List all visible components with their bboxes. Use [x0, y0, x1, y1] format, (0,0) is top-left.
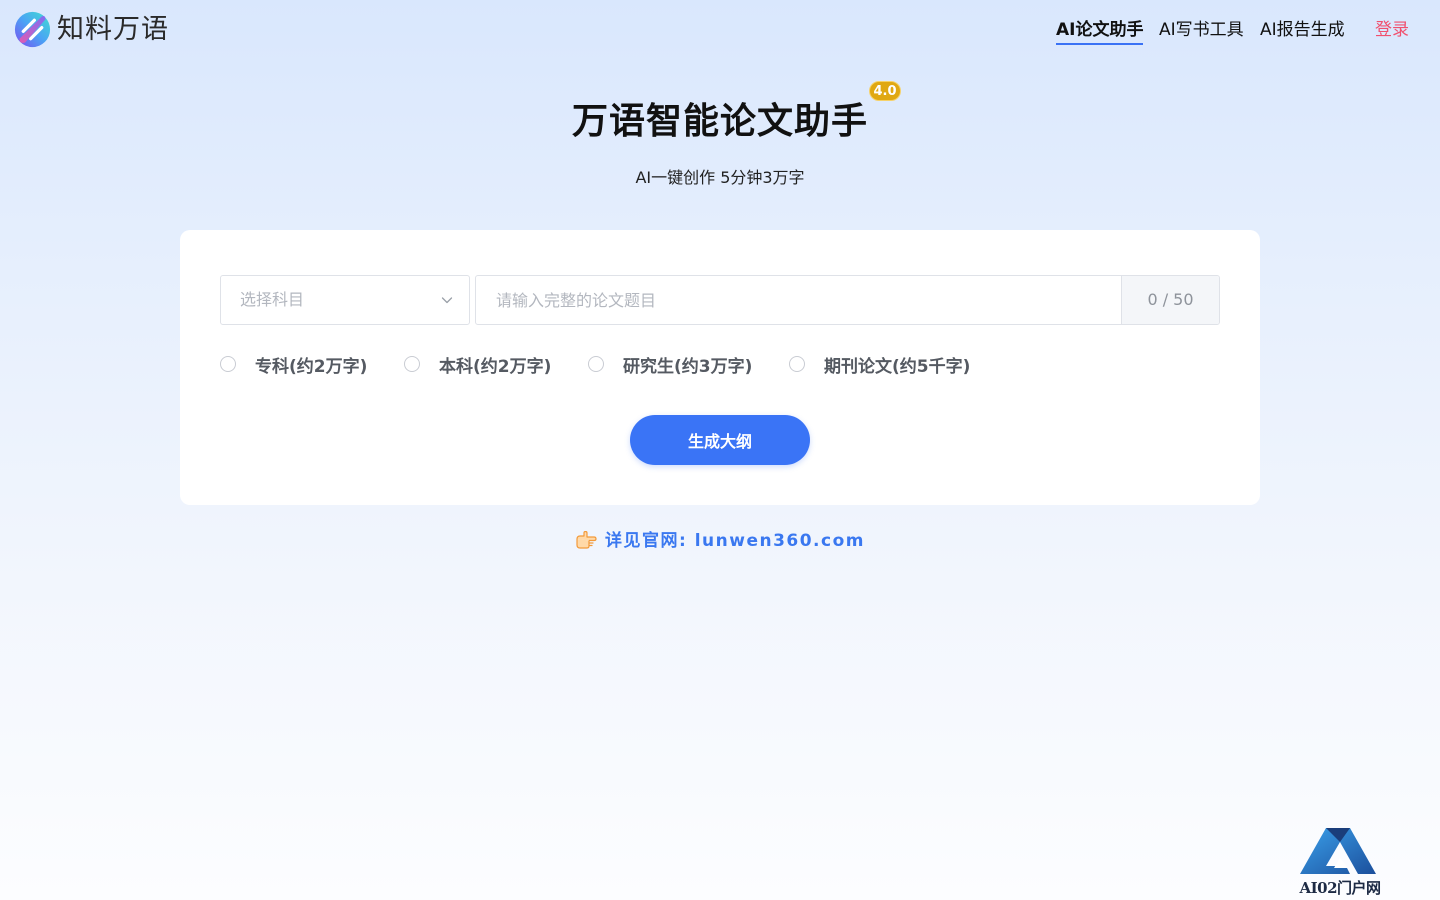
radio-circle[interactable]	[404, 356, 420, 372]
header: 知料万语 AI论文助手 AI写书工具 AI报告生成 登录	[0, 0, 1440, 60]
paper-title-input[interactable]	[476, 276, 1122, 324]
brand-logo[interactable]: 知料万语	[14, 11, 169, 48]
nav-ai-report-generation[interactable]: AI报告生成	[1260, 17, 1345, 43]
radio-circle[interactable]	[588, 356, 604, 372]
radio-circle[interactable]	[789, 356, 805, 372]
brand-logo-icon	[14, 11, 51, 48]
page-subtitle: AI一键创作 5分钟3万字	[635, 168, 805, 187]
char-counter: 0 / 50	[1121, 276, 1219, 324]
chevron-down-icon	[441, 297, 453, 304]
radio-undergraduate[interactable]: 本科(约2万字)	[404, 352, 552, 377]
subject-select[interactable]: 选择科目	[220, 275, 470, 325]
paper-title-field: 0 / 50	[475, 275, 1220, 325]
radio-vocational[interactable]: 专科(约2万字)	[220, 352, 368, 377]
radio-label: 期刊论文(约5千字)	[824, 356, 971, 377]
radio-circle[interactable]	[220, 356, 236, 372]
nav-ai-paper-assistant[interactable]: AI论文助手	[1056, 17, 1144, 45]
subject-select-placeholder: 选择科目	[240, 290, 305, 309]
paper-type-radio-group: 专科(约2万字) 本科(约2万字) 研究生(约3万字) 期刊论文(约5千字)	[220, 352, 1220, 377]
pointing-hand-icon	[576, 531, 597, 549]
brand-name: 知料万语	[57, 14, 169, 45]
a-mountain-logo-icon	[1300, 828, 1376, 874]
radio-label: 研究生(约3万字)	[623, 356, 753, 377]
official-site-text: 详见官网: lunwen360.com	[604, 531, 865, 551]
radio-label: 本科(约2万字)	[439, 356, 552, 377]
watermark: AI02门户网	[1292, 822, 1388, 900]
radio-graduate[interactable]: 研究生(约3万字)	[588, 352, 753, 377]
nav-ai-book-writing[interactable]: AI写书工具	[1159, 17, 1244, 43]
page-title: 万语智能论文助手	[571, 101, 868, 142]
radio-journal[interactable]: 期刊论文(约5千字)	[789, 352, 971, 377]
paper-form-card: 选择科目 0 / 50 专科(约2万字) 本科(约2万字) 研究生(约3万字) …	[180, 230, 1260, 505]
generate-outline-button[interactable]: 生成大纲	[630, 415, 810, 465]
radio-label: 专科(约2万字)	[255, 356, 368, 377]
watermark-text: AI02门户网	[1299, 879, 1381, 897]
version-badge: 4.0	[869, 81, 901, 101]
official-site-link[interactable]: 详见官网: lunwen360.com	[0, 528, 1440, 554]
login-link[interactable]: 登录	[1375, 17, 1409, 43]
